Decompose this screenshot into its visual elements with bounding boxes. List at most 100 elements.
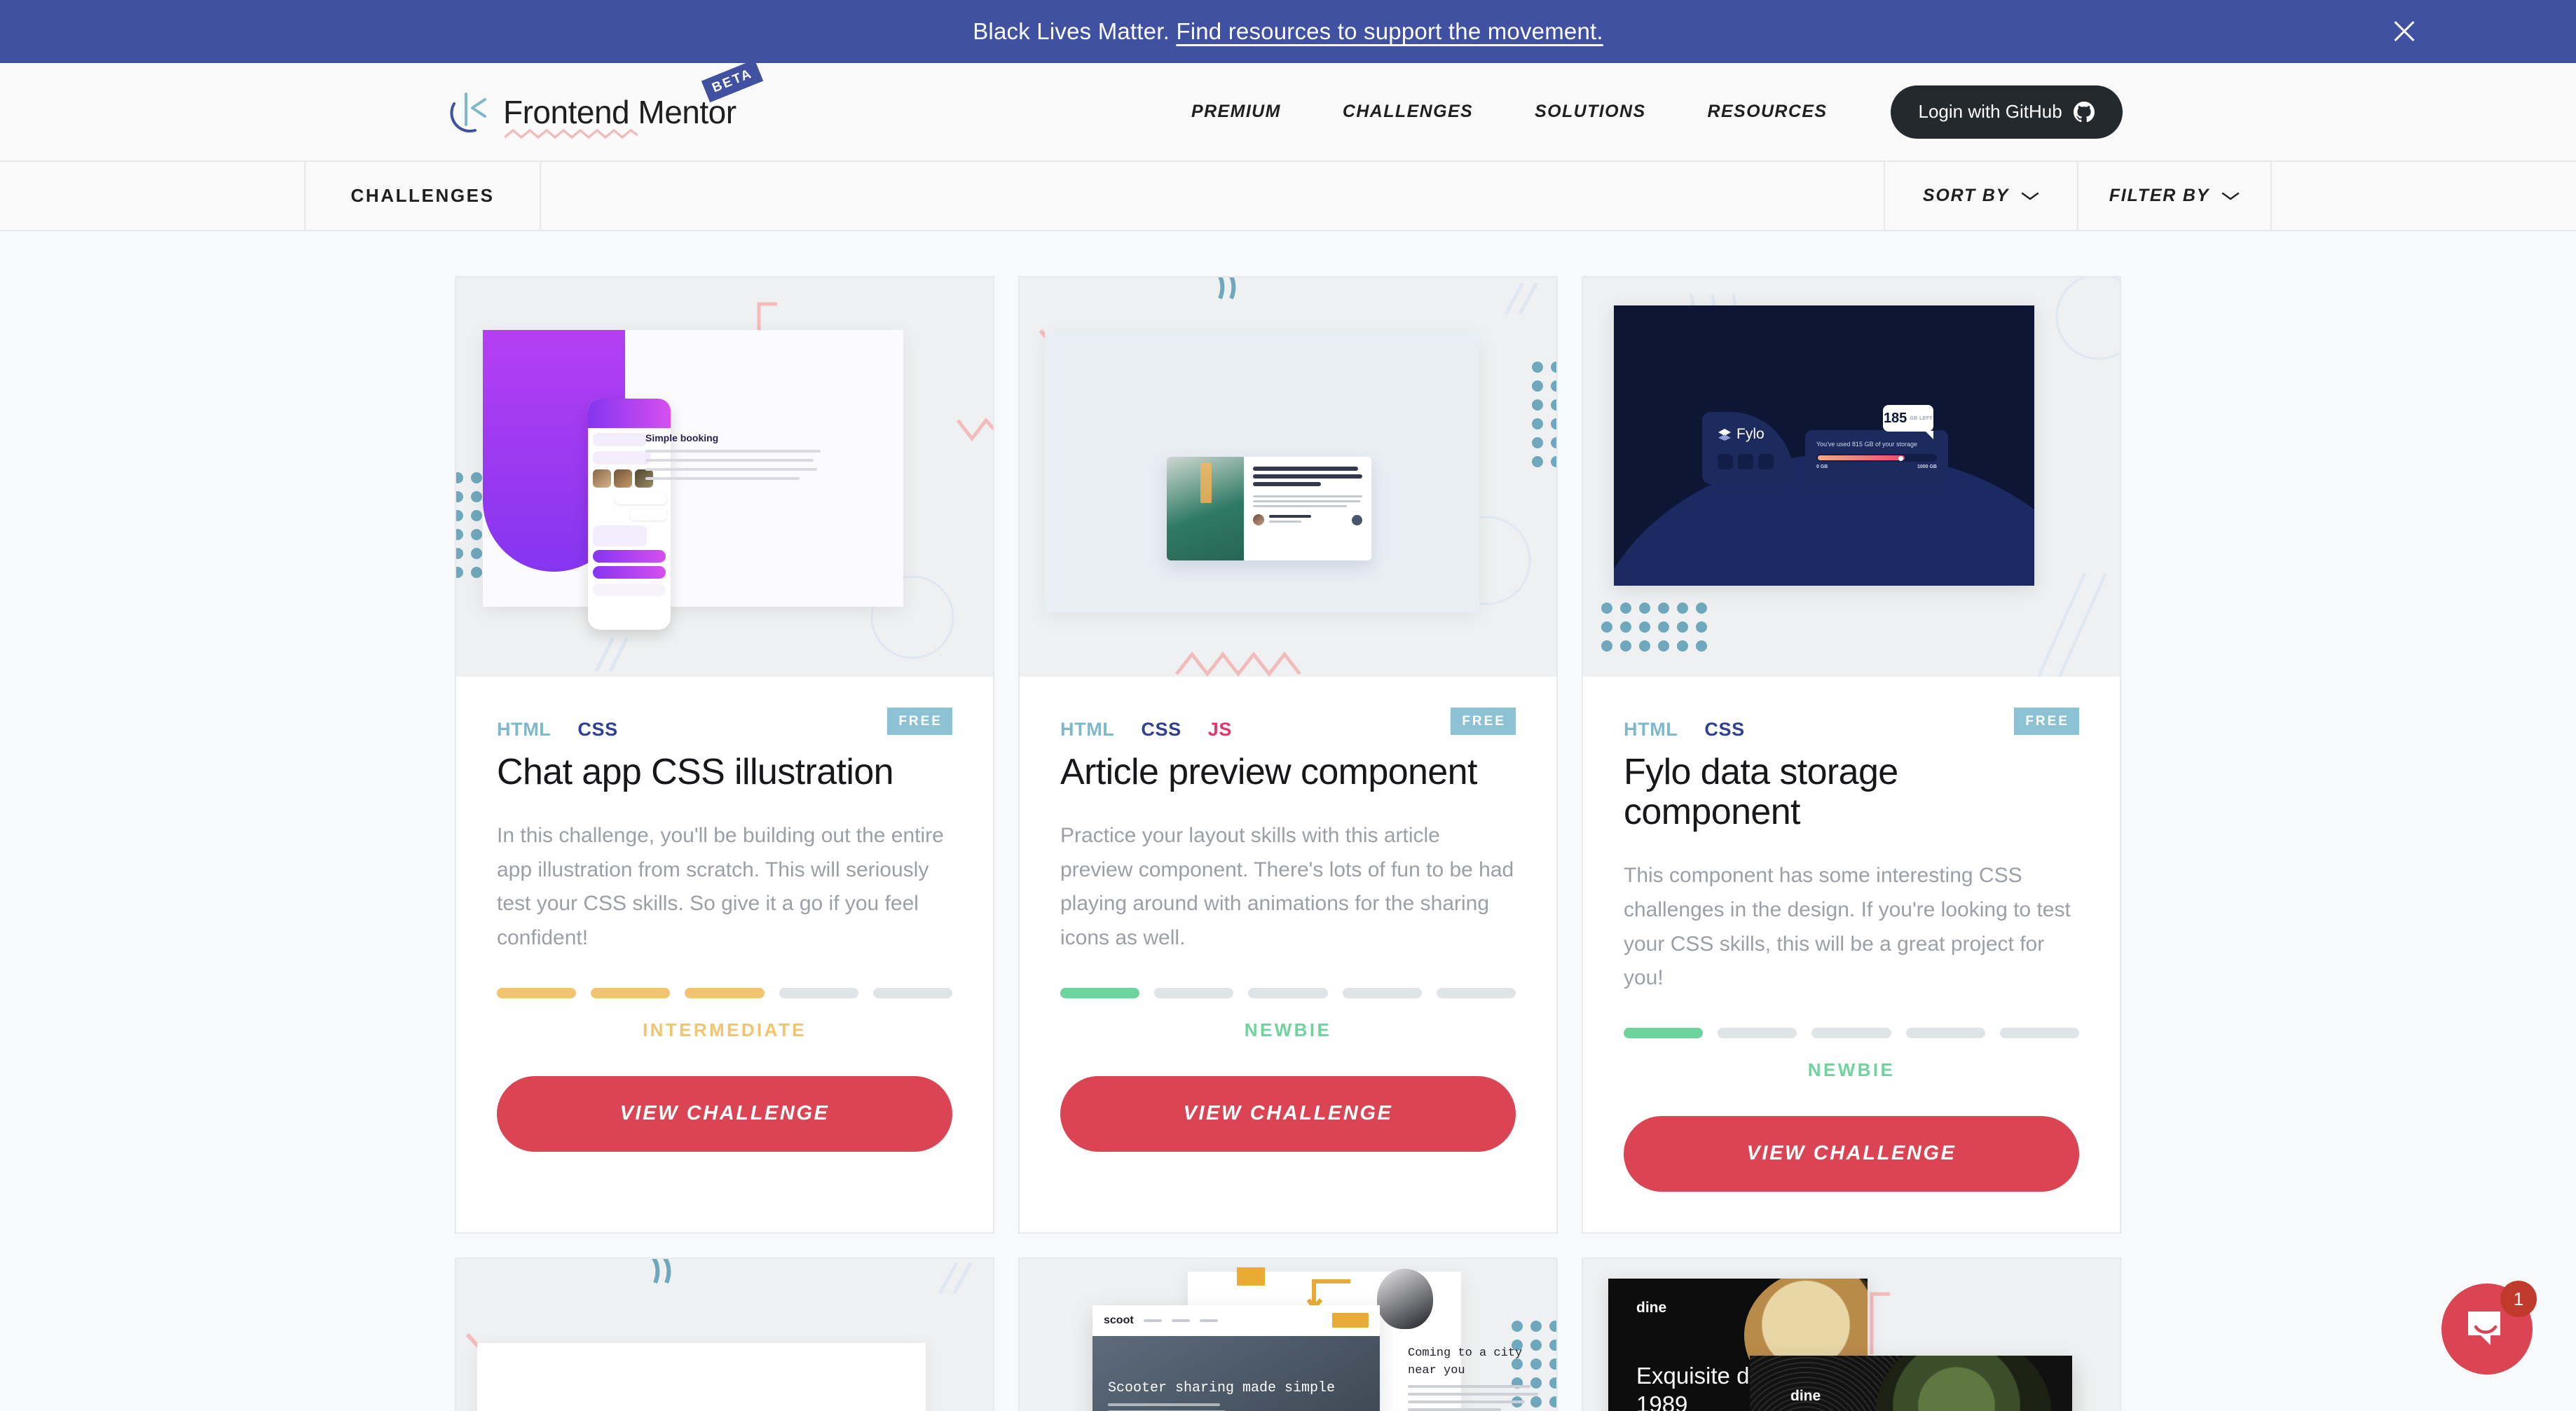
view-challenge-button[interactable]: VIEW CHALLENGE [1060, 1075, 1516, 1152]
difficulty-label: NEWBIE [1807, 1059, 1896, 1080]
storage-progress-bar [1816, 454, 1937, 462]
intercom-unread-badge: 1 [2500, 1281, 2537, 1317]
zigzag-decoration [1175, 651, 1301, 677]
quote-marks-decoration [1218, 277, 1236, 300]
filter-by-label: FILTER BY [2109, 186, 2210, 205]
scoot-hero-heading: Scooter sharing made simple [1108, 1379, 1336, 1396]
nav-item-solutions[interactable]: SOLUTIONS [1504, 102, 1676, 122]
challenge-card: dine Exquisite dining since 1989 dine Re… [1582, 1257, 2121, 1411]
challenge-thumbnail[interactable]: Fylo You've used 815 GB of your storage … [1583, 277, 2120, 677]
challenge-thumbnail[interactable]: " I've been interested in coding for a w… [456, 1258, 993, 1411]
view-challenge-button[interactable]: VIEW CHALLENGE [1624, 1115, 2079, 1192]
challenge-thumbnail[interactable]: Coming to a city near you scoot Scooter … [1020, 1258, 1556, 1411]
dine-reservations-page: dine Reservations Name Email [1750, 1355, 2072, 1411]
challenge-card: HTML CSS JS FREE Article preview compone… [1018, 276, 1558, 1234]
slash-decoration [938, 1262, 973, 1295]
card-title[interactable]: Chat app CSS illustration [497, 752, 952, 792]
slash-decoration [1504, 282, 1539, 315]
challenge-thumbnail[interactable] [1020, 277, 1556, 677]
article-card [1167, 457, 1371, 560]
slash-decoration [594, 636, 629, 673]
frontend-mentor-logo-icon [446, 87, 495, 137]
difficulty-bar [1624, 1027, 1704, 1038]
nav-item-premium[interactable]: PREMIUM [1160, 102, 1312, 122]
login-with-github-button[interactable]: Login with GitHub [1890, 85, 2123, 139]
free-badge: FREE [2014, 708, 2079, 735]
scoot-brand: scoot [1104, 1314, 1134, 1326]
challenge-card: Simple booking HTML CSS FREE Chat app CS… [455, 276, 994, 1234]
challenge-card: Fylo You've used 815 GB of your storage … [1582, 276, 2121, 1234]
blm-banner: Black Lives Matter. Find resources to su… [0, 0, 2576, 63]
main-navigation: PREMIUM CHALLENGES SOLUTIONS RESOURCES L… [1160, 85, 2123, 139]
storage-remaining-number: 185 [1883, 410, 1907, 426]
sub-header-right-spacer [2270, 162, 2576, 230]
blm-banner-link[interactable]: Find resources to support the movement. [1176, 18, 1603, 44]
difficulty-bar [1154, 987, 1234, 998]
tag-row: HTML CSS FREE [497, 677, 952, 747]
storage-used-text: You've used 815 GB of your storage [1816, 441, 1917, 448]
card-title[interactable]: Fylo data storage component [1624, 752, 2079, 832]
tech-tag-css: CSS [1704, 718, 1745, 740]
sort-by-dropdown[interactable]: SORT BY [1884, 162, 2077, 230]
storage-range-max: 1000 GB [1917, 464, 1937, 469]
logo-squiggle-icon [505, 128, 638, 139]
card-description: This component has some interesting CSS … [1624, 864, 2071, 990]
scoot-hero: Scooter sharing made simple [1092, 1335, 1380, 1411]
article-footer [1253, 514, 1362, 525]
storage-remaining-bubble: 185 GB LEFT [1883, 405, 1933, 439]
view-challenge-button[interactable]: VIEW CHALLENGE [497, 1075, 952, 1152]
chat-input-field [593, 584, 666, 596]
difficulty-bar [591, 987, 671, 998]
difficulty-bar [1999, 1027, 2080, 1038]
storage-range-min: 0 GB [1816, 464, 1828, 469]
chat-message-bubble [593, 433, 647, 446]
plate-photo [1876, 1355, 2051, 1411]
dot-grid-decoration [1601, 603, 1707, 652]
chevron-down-icon [2021, 192, 2039, 200]
chat-price-option [593, 550, 666, 563]
storage-remaining-unit: GB LEFT [1910, 415, 1933, 421]
difficulty-bar [1060, 987, 1140, 998]
difficulty-meter [1624, 1027, 2080, 1038]
site-header: Frontend Mentor BETA PREMIUM CHALLENGES … [0, 59, 2576, 160]
card-body: HTML CSS FREE Chat app CSS illustration … [456, 677, 993, 1192]
challenge-thumbnail[interactable]: Simple booking [456, 277, 993, 677]
dine-brand: dine [1636, 1299, 1667, 1316]
filter-by-dropdown[interactable]: FILTER BY [2077, 162, 2270, 230]
challenge-card: " I've been interested in coding for a w… [455, 1257, 994, 1411]
blm-banner-message: Black Lives Matter. [973, 18, 1170, 44]
difficulty-bar [872, 987, 953, 998]
card-description: In this challenge, you'll be building ou… [497, 824, 944, 949]
yellow-block-decoration [1237, 1267, 1265, 1286]
storage-range-labels: 0 GB 1000 GB [1816, 464, 1937, 469]
chat-message-bubble [615, 493, 666, 504]
scoot-right-heading: Coming to a city near you [1408, 1346, 1523, 1378]
chat-price-option [593, 566, 666, 579]
challenge-thumbnail[interactable]: dine Exquisite dining since 1989 dine Re… [1583, 1258, 2120, 1411]
circle-outline-decoration [2055, 277, 2120, 360]
card-title[interactable]: Article preview component [1060, 752, 1516, 792]
sub-header: CHALLENGES SORT BY FILTER BY [0, 160, 2576, 231]
fylo-mockup: Fylo You've used 815 GB of your storage … [1614, 305, 2034, 586]
scoot-main-page: scoot Scooter sharing made simple [1092, 1305, 1380, 1411]
tag-row: HTML CSS JS FREE [1060, 677, 1516, 747]
scoot-copy-block: Coming to a city near you [1408, 1344, 1541, 1411]
challenge-grid: Simple booking HTML CSS FREE Chat app CS… [0, 231, 2576, 1411]
nav-item-challenges[interactable]: CHALLENGES [1312, 102, 1504, 122]
site-logo-text: Frontend Mentor [503, 93, 737, 130]
free-badge: FREE [1451, 708, 1516, 735]
scoot-get-started-button [1332, 1313, 1369, 1328]
site-logo[interactable]: Frontend Mentor BETA [446, 59, 764, 144]
chat-message-bubble [593, 451, 651, 464]
article-preview-mockup [1045, 332, 1479, 612]
blm-banner-text: Black Lives Matter. Find resources to su… [973, 18, 1603, 45]
close-icon[interactable] [2388, 15, 2420, 48]
intercom-launcher[interactable]: 1 [2441, 1281, 2537, 1375]
difficulty-bar [1248, 987, 1328, 998]
tech-tag-css: CSS [577, 718, 618, 740]
difficulty-meter [1060, 987, 1516, 998]
nav-item-resources[interactable]: RESOURCES [1677, 102, 1858, 122]
chat-bubble-icon [2468, 1312, 2500, 1345]
avatar [1253, 514, 1264, 525]
sub-header-title[interactable]: CHALLENGES [306, 162, 541, 230]
